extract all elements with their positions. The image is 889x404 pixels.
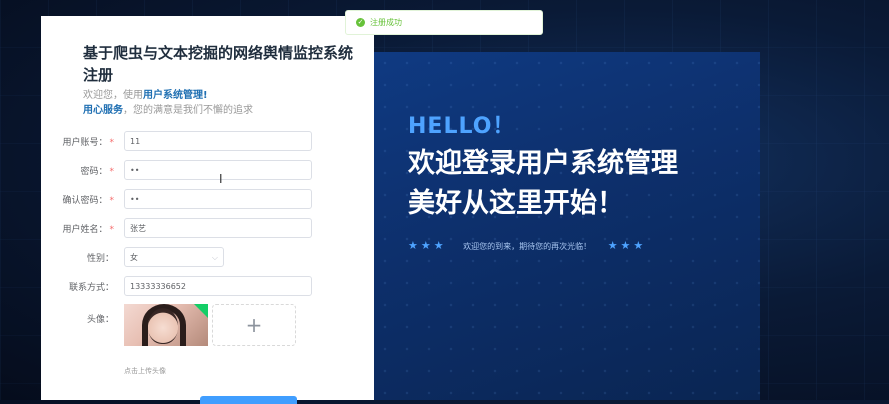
star-icons-left: ★★★ <box>408 239 447 252</box>
hero-panel: HELLO！ 欢迎登录用户系统管理 美好从这里开始！ ★★★ 欢迎您的到来，期待… <box>374 52 760 400</box>
confirm-password-input[interactable]: •• <box>124 189 312 209</box>
hero-line-1: 欢迎登录用户系统管理 <box>408 148 678 179</box>
field-row-name: 用户姓名： * 张艺 <box>41 218 374 240</box>
check-circle-icon: ✓ <box>356 18 365 27</box>
field-row-confirm-password: 确认密码： * •• <box>41 189 374 211</box>
hero-line-2: 美好从这里开始！ <box>408 188 624 219</box>
field-row-phone: 联系方式： 13333336652 <box>41 276 374 298</box>
field-label: 密码： * <box>80 167 114 177</box>
chevron-down-icon: ⌵ <box>211 253 218 262</box>
hero-circuit-pattern <box>374 52 760 400</box>
submit-button[interactable] <box>200 396 297 404</box>
password-input[interactable]: •• <box>124 160 312 180</box>
field-label: 性别： <box>86 254 114 264</box>
hero-tagline-row: ★★★ 欢迎您的到来，期待您的再次光临！ ★★★ <box>408 239 646 252</box>
register-form: 基于爬虫与文本挖掘的网络舆情监控系统注册 欢迎您，使用用户系统管理! 用心服务，… <box>41 16 374 404</box>
text-cursor-icon: I <box>219 172 223 186</box>
field-row-account: 用户账号： * 11 <box>41 131 374 153</box>
gender-select[interactable]: 女 ⌵ <box>124 247 224 267</box>
welcome-suffix: ! <box>203 90 208 101</box>
field-row-password: 密码： * •• <box>41 160 374 182</box>
avatar-label: 头像： <box>86 315 114 325</box>
account-input[interactable]: 11 <box>124 131 312 151</box>
phone-input[interactable]: 13333336652 <box>124 276 312 296</box>
service-highlight: 用心服务 <box>83 105 123 116</box>
hero-hello: HELLO！ <box>408 114 516 139</box>
gender-value: 女 <box>130 253 138 262</box>
avatar-face <box>148 308 178 344</box>
field-label: 用户账号： * <box>62 138 114 148</box>
field-label: 联系方式： <box>68 283 114 293</box>
service-suffix: ，您的满意是我们不懈的追求 <box>123 105 253 116</box>
hero-tagline: 欢迎您的到来，期待您的再次光临！ <box>463 242 592 251</box>
hero-headline: 欢迎登录用户系统管理 美好从这里开始！ <box>408 144 678 224</box>
name-input[interactable]: 张艺 <box>124 218 312 238</box>
field-label: 用户姓名： * <box>62 225 114 235</box>
upload-success-corner <box>194 304 208 318</box>
avatar-preview[interactable] <box>124 304 208 346</box>
upload-tip: 点击上传头像 <box>124 367 166 375</box>
field-label: 确认密码： * <box>62 196 114 206</box>
star-icons-right: ★★★ <box>607 239 647 252</box>
avatar-upload-button[interactable]: + <box>212 304 296 346</box>
welcome-highlight: 用户系统管理 <box>143 90 203 101</box>
welcome-text: 欢迎您，使用用户系统管理! 用心服务，您的满意是我们不懈的追求 <box>83 88 253 118</box>
success-toast: ✓ 注册成功 <box>345 10 543 35</box>
field-row-gender: 性别： 女 ⌵ <box>41 247 374 269</box>
welcome-prefix: 欢迎您，使用 <box>83 90 143 101</box>
page-title: 基于爬虫与文本挖掘的网络舆情监控系统注册 <box>83 44 354 84</box>
toast-message: 注册成功 <box>370 18 402 27</box>
